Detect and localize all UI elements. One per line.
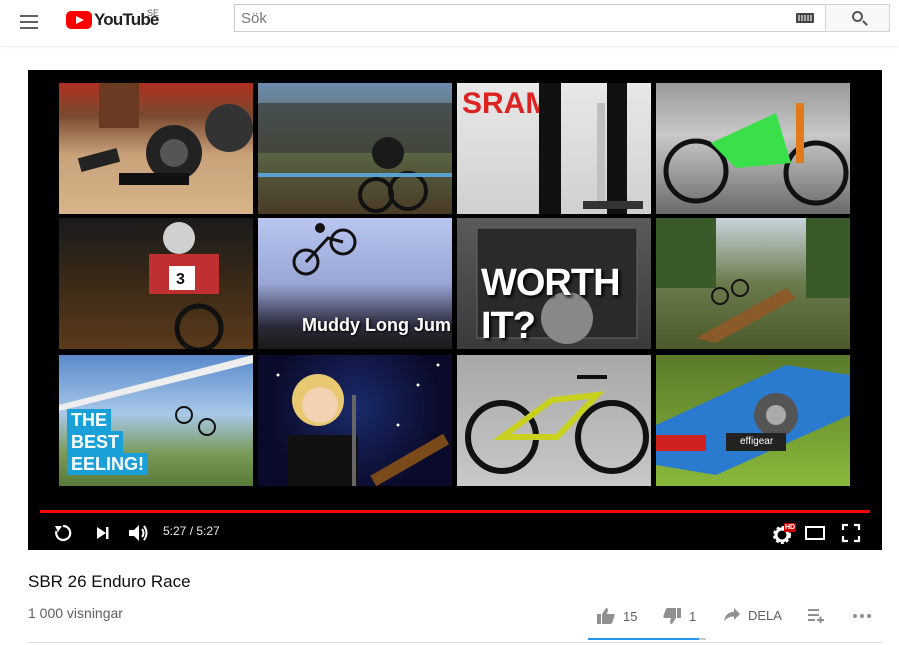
caption-line: BEST	[67, 431, 124, 453]
menu-icon[interactable]	[18, 10, 42, 34]
youtube-play-icon	[66, 11, 92, 29]
downhill-art: 3	[149, 222, 224, 349]
add-to-playlist-button[interactable]	[807, 607, 825, 623]
fork-art: SRAM	[462, 83, 643, 214]
divider	[28, 642, 882, 643]
thumbs-down-icon	[663, 608, 681, 624]
tile-blue-bike-effigear[interactable]: effigear	[656, 355, 850, 486]
svg-text:SRAM: SRAM	[462, 87, 550, 120]
keyboard-icon[interactable]	[796, 13, 814, 23]
youtube-logo[interactable]: YouTube	[66, 9, 159, 31]
tile-caption: Muddy Long Jum	[302, 315, 451, 335]
fullscreen-icon[interactable]	[841, 523, 861, 543]
progress-bar[interactable]	[40, 510, 870, 513]
tile-best-feeling[interactable]: THE BEST EELING!	[59, 355, 253, 486]
ramp-art	[656, 218, 850, 343]
tile-gravel-bike[interactable]	[457, 355, 651, 486]
tile-worth-it[interactable]: WORTH IT?	[457, 218, 651, 349]
tile-caption: WORTH IT?	[481, 262, 621, 347]
time-display: 5:27 / 5:27	[163, 524, 220, 538]
more-actions-button[interactable]	[852, 607, 872, 623]
next-icon[interactable]	[94, 524, 112, 542]
time-current: 5:27	[163, 524, 187, 538]
svg-text:3: 3	[176, 271, 185, 288]
tile-rockshox-fork[interactable]: SRAM	[457, 83, 651, 214]
volume-icon[interactable]	[127, 522, 151, 544]
tile-caption: effigear	[740, 436, 774, 447]
tile-downhill-rider[interactable]: 3	[59, 218, 253, 349]
like-ratio-bar	[588, 638, 706, 640]
share-label: DELA	[748, 607, 782, 623]
theater-mode-icon[interactable]	[804, 524, 826, 542]
more-icon	[853, 614, 871, 618]
share-button[interactable]: DELA	[723, 607, 782, 623]
groupset-art	[77, 83, 253, 185]
caption-line: THE	[67, 409, 111, 431]
video-title: SBR 26 Enduro Race	[28, 572, 191, 591]
like-ratio-fill	[588, 638, 699, 640]
hd-badge: HD	[784, 523, 797, 532]
settings-button[interactable]: HD	[772, 521, 798, 545]
tile-singer[interactable]	[258, 355, 452, 486]
tile-caption-block: THE BEST EELING!	[67, 409, 149, 475]
share-icon	[724, 608, 740, 621]
tile-muddy-long-jump[interactable]: Muddy Long Jum	[258, 218, 452, 349]
like-count: 15	[623, 608, 638, 624]
green-bike-art	[663, 103, 849, 206]
like-button[interactable]: 15	[596, 607, 637, 625]
search-input[interactable]	[235, 5, 775, 31]
playlist-add-icon	[808, 609, 824, 623]
endscreen-grid: SRAM 3 Muddy Long Jum WORTH IT? THE BEST…	[59, 83, 852, 488]
singer-art	[276, 363, 450, 486]
search-button[interactable]	[825, 4, 890, 32]
time-total: 5:27	[196, 524, 220, 538]
effigear-art	[656, 365, 850, 475]
view-count: 1 000 visningar	[28, 605, 123, 621]
video-player[interactable]: SRAM 3 Muddy Long Jum WORTH IT? THE BEST…	[28, 70, 882, 550]
dislike-count: 1	[689, 608, 697, 624]
country-code: SE	[147, 8, 160, 18]
search-box	[234, 4, 826, 32]
player-controls: 5:27 / 5:27 HD	[28, 516, 882, 550]
crowd-art	[258, 103, 452, 213]
tile-sram-groupset[interactable]	[59, 83, 253, 214]
caption-line: EELING!	[67, 453, 149, 475]
gravel-bike-art	[465, 375, 649, 474]
thumbs-up-icon	[597, 608, 615, 624]
tile-race-crowd[interactable]	[258, 83, 452, 214]
tile-ramp-jump[interactable]	[656, 218, 850, 349]
masthead: YouTube SE	[0, 0, 899, 46]
tile-green-bike[interactable]	[656, 83, 850, 214]
dislike-button[interactable]: 1	[662, 607, 696, 625]
time-separator: /	[186, 524, 197, 538]
replay-icon[interactable]	[52, 522, 74, 544]
search-icon	[852, 11, 863, 22]
